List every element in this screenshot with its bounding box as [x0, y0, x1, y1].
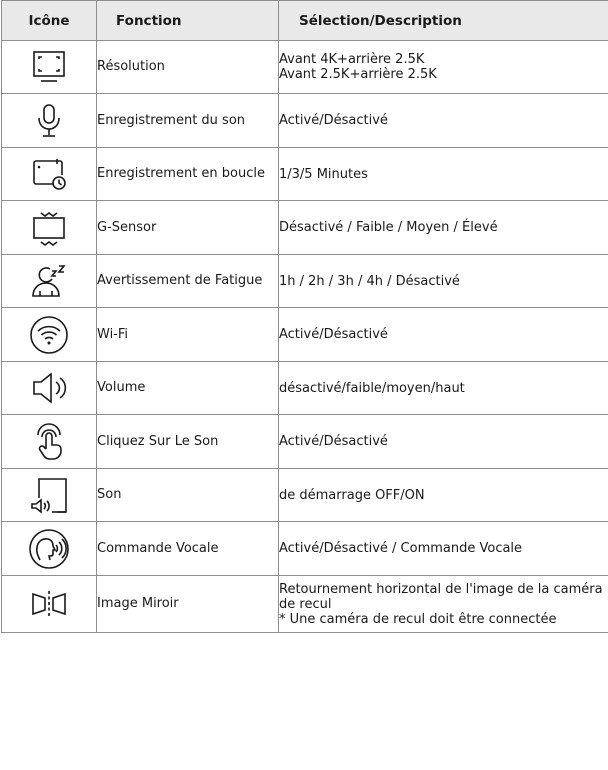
description-line: Activé/Désactivé / Commande Vocale	[279, 541, 523, 556]
description-cell: 1/3/5 Minutes	[278, 147, 608, 201]
resolution-icon	[33, 51, 65, 82]
description-cell: de démarrage OFF/ON	[278, 468, 608, 522]
table-row: Avertissement de Fatigue 1h / 2h / 3h / …	[1, 254, 608, 308]
function-label: Avertissement de Fatigue	[96, 254, 279, 308]
function-label: Cliquez Sur Le Son	[96, 414, 279, 469]
icon-cell	[1, 200, 97, 255]
loop-recording-icon	[33, 159, 66, 190]
header-description-column: Sélection/Description	[278, 0, 608, 41]
click-sound-icon	[37, 422, 62, 460]
description-line: 1h / 2h / 3h / 4h / Désactivé	[279, 273, 460, 289]
description-cell: Activé/Désactivé	[278, 414, 608, 469]
table-row: Wi-Fi Activé/Désactivé	[1, 307, 608, 362]
description-line: désactivé/faible/moyen/haut	[279, 380, 465, 396]
function-label: Volume	[96, 361, 279, 415]
description-cell: Activé/Désactivé / Commande Vocale	[278, 521, 608, 576]
icon-cell	[1, 361, 97, 415]
function-label: Son	[96, 468, 279, 522]
icon-cell	[1, 40, 97, 94]
description-cell: Activé/Désactivé	[278, 307, 608, 362]
description-cell: Activé/Désactivé	[278, 93, 608, 148]
description-line: Activé/Désactivé	[279, 434, 388, 449]
table-row: Enregistrement en boucle 1/3/5 Minutes	[1, 147, 608, 201]
description-line: Avant 4K+arrière 2.5K	[279, 52, 425, 67]
description-line: 1/3/5 Minutes	[279, 166, 368, 182]
description-line: de démarrage OFF/ON	[279, 487, 425, 503]
table-row: Enregistrement du son Activé/Désactivé	[1, 93, 608, 148]
fatigue-icon	[32, 265, 66, 297]
wifi-icon	[30, 315, 68, 354]
icon-cell	[1, 414, 97, 469]
header-icon-column: Icône	[1, 0, 97, 41]
header-function-column: Fonction	[96, 0, 279, 41]
icon-cell	[1, 521, 97, 576]
voice-command-icon	[29, 528, 69, 569]
table-header-row: Icône Fonction Sélection/Description	[1, 0, 608, 41]
description-cell: désactivé/faible/moyen/haut	[278, 361, 608, 415]
function-label: Image Miroir	[96, 575, 279, 633]
description-line: Retournement horizontal de l'image de la…	[279, 581, 603, 612]
table-row: Commande Vocale Activé/Désactivé / Comma…	[1, 521, 608, 576]
table-row: Résolution Avant 4K+arrière 2.5K Avant 2…	[1, 40, 608, 94]
table-row: Cliquez Sur Le Son Activé/Désactivé	[1, 414, 608, 469]
table-row: G-Sensor Désactivé / Faible / Moyen / Él…	[1, 200, 608, 255]
icon-cell	[1, 93, 97, 148]
g-sensor-icon	[33, 211, 65, 246]
table-row: Son de démarrage OFF/ON	[1, 468, 608, 522]
settings-table: Icône Fonction Sélection/Description Rés…	[1, 0, 608, 633]
icon-cell	[1, 575, 97, 633]
description-cell: Avant 4K+arrière 2.5K Avant 2.5K+arrière…	[278, 40, 608, 94]
function-label: Enregistrement en boucle	[96, 147, 279, 201]
table-row: Image Miroir Retournement horizontal de …	[1, 575, 608, 633]
microphone-icon	[38, 103, 60, 137]
description-line: * Une caméra de recul doit être connecté…	[279, 611, 557, 627]
icon-cell	[1, 254, 97, 308]
mirror-image-icon	[32, 591, 66, 617]
function-label: Wi-Fi	[96, 307, 279, 362]
description-cell: 1h / 2h / 3h / 4h / Désactivé	[278, 254, 608, 308]
icon-cell	[1, 468, 97, 522]
description-line: Désactivé / Faible / Moyen / Élevé	[279, 220, 498, 235]
function-label: Commande Vocale	[96, 521, 279, 576]
description-line: Avant 2.5K+arrière 2.5K	[279, 67, 437, 82]
icon-cell	[1, 147, 97, 201]
function-label: G-Sensor	[96, 200, 279, 255]
description-line: Activé/Désactivé	[279, 327, 388, 342]
table-row: Volume désactivé/faible/moyen/haut	[1, 361, 608, 415]
description-cell: Retournement horizontal de l'image de la…	[278, 575, 608, 633]
icon-cell	[1, 307, 97, 362]
volume-icon	[33, 372, 67, 404]
description-line: Activé/Désactivé	[279, 113, 388, 128]
startup-sound-icon	[31, 478, 67, 514]
function-label: Résolution	[96, 40, 279, 94]
description-cell: Désactivé / Faible / Moyen / Élevé	[278, 200, 608, 255]
function-label: Enregistrement du son	[96, 93, 279, 148]
